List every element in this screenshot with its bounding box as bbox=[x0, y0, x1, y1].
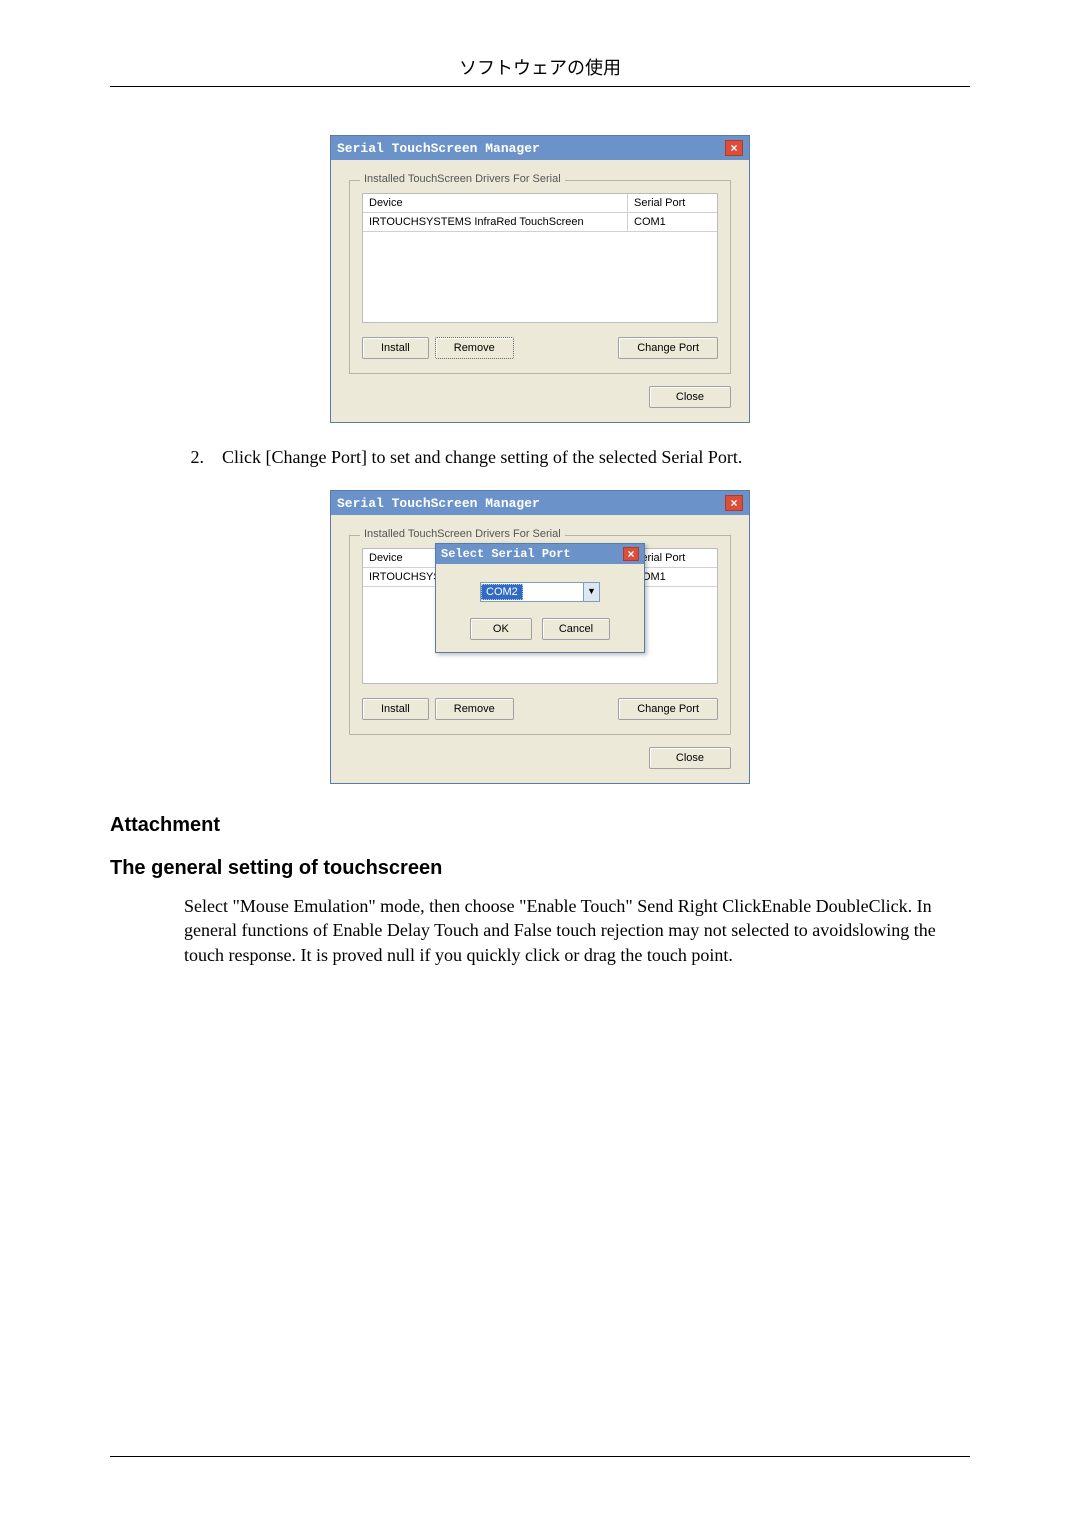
install-button[interactable]: Install bbox=[362, 698, 429, 720]
drivers-table: Device Serial Port IRTOUCHSYSTEMS InfraR… bbox=[362, 193, 718, 323]
page-header: ソフトウェアの使用 bbox=[110, 54, 970, 87]
group-button-row: Install Remove Change Port bbox=[362, 337, 718, 359]
drivers-groupbox: Installed TouchScreen Drivers For Serial… bbox=[349, 180, 731, 374]
remove-button[interactable]: Remove bbox=[435, 337, 514, 359]
footer-rule bbox=[110, 1456, 970, 1457]
group-button-row: Install Remove Change Port bbox=[362, 698, 718, 720]
popup-body: COM2 ▼ OK Cancel bbox=[436, 564, 644, 652]
dialog-title-text: Serial TouchScreen Manager bbox=[337, 496, 540, 511]
col-header-port[interactable]: Serial Port bbox=[627, 194, 717, 212]
groupbox-legend: Installed TouchScreen Drivers For Serial bbox=[360, 173, 565, 185]
dialog-body: Installed TouchScreen Drivers For Serial… bbox=[331, 160, 749, 422]
chevron-down-icon[interactable]: ▼ bbox=[583, 583, 599, 601]
close-button[interactable]: Close bbox=[649, 747, 731, 769]
cancel-button[interactable]: Cancel bbox=[542, 618, 610, 640]
dialog-serial-manager-2: Serial TouchScreen Manager × Installed T… bbox=[330, 490, 750, 784]
close-icon[interactable]: × bbox=[623, 547, 639, 561]
table-row[interactable]: IRTOUCHSYSTEMS InfraRed TouchScreen COM1 bbox=[363, 213, 717, 232]
heading-general-setting: The general setting of touchscreen bbox=[110, 857, 970, 880]
serial-port-combobox[interactable]: COM2 ▼ bbox=[480, 582, 600, 602]
ok-button[interactable]: OK bbox=[470, 618, 532, 640]
table-empty-area bbox=[363, 232, 717, 322]
step-text: Click [Change Port] to set and change se… bbox=[222, 447, 970, 468]
dialog-title-text: Serial TouchScreen Manager bbox=[337, 141, 540, 156]
figure-1: Serial TouchScreen Manager × Installed T… bbox=[110, 135, 970, 423]
dialog-titlebar: Serial TouchScreen Manager × bbox=[331, 491, 749, 515]
change-port-button[interactable]: Change Port bbox=[618, 698, 718, 720]
col-header-device[interactable]: Device bbox=[363, 194, 627, 212]
select-serial-port-popup: Select Serial Port × COM2 ▼ OK Cancel bbox=[435, 543, 645, 653]
close-icon[interactable]: × bbox=[725, 495, 743, 511]
dialog-footer: Close bbox=[349, 386, 731, 408]
cell-device: IRTOUCHSYSTEMS InfraRed TouchScreen bbox=[363, 213, 627, 231]
dialog-body: Installed TouchScreen Drivers For Serial… bbox=[331, 515, 749, 783]
popup-title-text: Select Serial Port bbox=[441, 547, 571, 561]
close-icon[interactable]: × bbox=[725, 140, 743, 156]
cell-port: COM1 bbox=[627, 213, 717, 231]
combobox-selected-value: COM2 bbox=[481, 584, 523, 600]
heading-attachment: Attachment bbox=[110, 814, 970, 837]
body-paragraph: Select "Mouse Emulation" mode, then choo… bbox=[184, 894, 970, 967]
dialog-serial-manager-1: Serial TouchScreen Manager × Installed T… bbox=[330, 135, 750, 423]
table-header-row: Device Serial Port bbox=[363, 194, 717, 213]
install-button[interactable]: Install bbox=[362, 337, 429, 359]
dialog-titlebar: Serial TouchScreen Manager × bbox=[331, 136, 749, 160]
close-button[interactable]: Close bbox=[649, 386, 731, 408]
step-2: 2. Click [Change Port] to set and change… bbox=[184, 447, 970, 468]
figure-2: Serial TouchScreen Manager × Installed T… bbox=[110, 490, 970, 784]
popup-titlebar: Select Serial Port × bbox=[436, 544, 644, 564]
remove-button[interactable]: Remove bbox=[435, 698, 514, 720]
change-port-button[interactable]: Change Port bbox=[618, 337, 718, 359]
groupbox-legend: Installed TouchScreen Drivers For Serial bbox=[360, 528, 565, 540]
dialog-footer: Close bbox=[349, 747, 731, 769]
step-number: 2. bbox=[184, 447, 204, 468]
